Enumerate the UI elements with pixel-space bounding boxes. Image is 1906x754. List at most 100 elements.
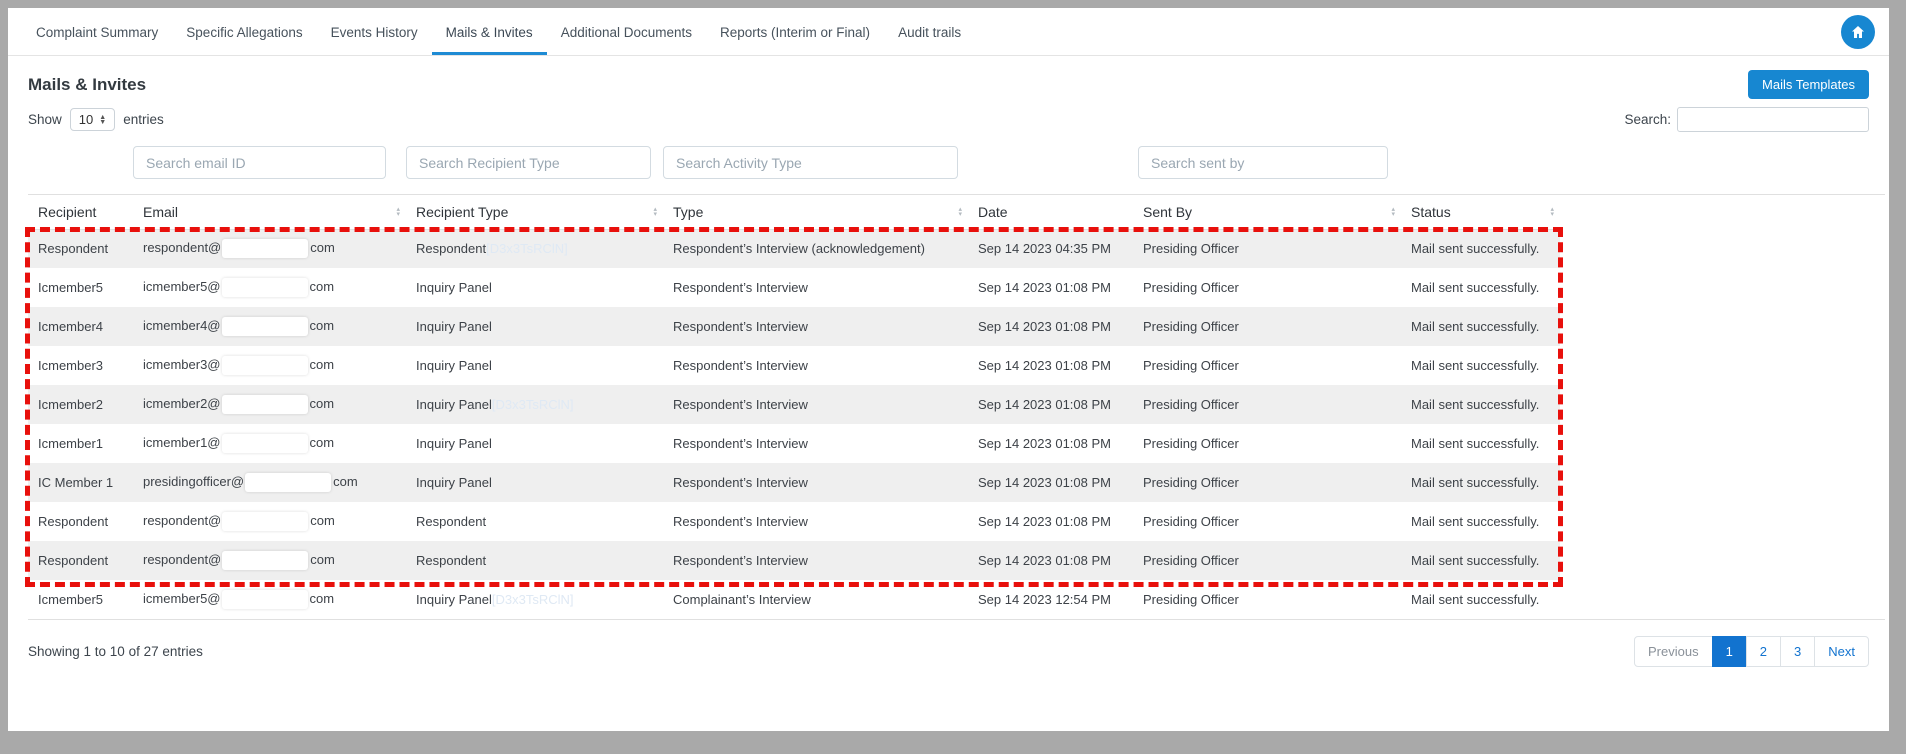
cell-date: Sep 14 2023 04:35 PM xyxy=(968,229,1133,268)
column-header-status[interactable]: Status▴▾ xyxy=(1401,195,1560,229)
cell-email: presidingofficer@ com xyxy=(133,463,406,502)
cell-type: Respondent’s Interview xyxy=(663,268,968,307)
cell-recipient: Icmember4 xyxy=(28,307,133,346)
show-entries-control: Show 10 ▲▼ entries xyxy=(28,108,164,131)
tab-mails-invites[interactable]: Mails & Invites xyxy=(432,11,547,55)
pagination-page-2[interactable]: 2 xyxy=(1746,636,1781,667)
main-window: Complaint SummarySpecific AllegationsEve… xyxy=(8,8,1889,731)
table-row: Respondentrespondent@comRespondentRespon… xyxy=(28,502,1560,541)
tab-audit-trails[interactable]: Audit trails xyxy=(884,11,975,55)
filter-email-id-input[interactable] xyxy=(133,146,386,179)
table-header-row: RecipientEmail▴▾Recipient Type▴▾Type▴▾Da… xyxy=(28,195,1560,229)
column-header-sent-by[interactable]: Sent By▴▾ xyxy=(1133,195,1401,229)
recipient-type-text: Inquiry Panel xyxy=(416,436,492,451)
cell-email: icmember5@com xyxy=(133,268,406,307)
cell-sent-by: Presiding Officer xyxy=(1133,463,1401,502)
table-row: Respondentrespondent@comRespondent[D3x3T… xyxy=(28,229,1560,268)
cell-status: Mail sent successfully. xyxy=(1401,307,1560,346)
cell-sent-by: Presiding Officer xyxy=(1133,307,1401,346)
recipient-type-text: Respondent xyxy=(416,241,486,256)
cell-type: Respondent’s Interview xyxy=(663,307,968,346)
column-header-recipient: Recipient xyxy=(28,195,133,229)
cell-date: Sep 14 2023 01:08 PM xyxy=(968,385,1133,424)
cell-status: Mail sent successfully. xyxy=(1401,346,1560,385)
cell-recipient-type: Inquiry Panel[D3x3TsRClN] xyxy=(406,385,663,424)
cell-date: Sep 14 2023 01:08 PM xyxy=(968,424,1133,463)
watermark-text: [D3x3TsRClN] xyxy=(486,241,568,256)
cell-email: icmember5@com xyxy=(133,580,406,619)
cell-recipient: Icmember1 xyxy=(28,424,133,463)
column-header-recipient-type[interactable]: Recipient Type▴▾ xyxy=(406,195,663,229)
email-tail: com xyxy=(310,513,335,528)
mails-templates-button[interactable]: Mails Templates xyxy=(1748,70,1869,99)
cell-recipient-type: Inquiry Panel xyxy=(406,346,663,385)
cell-sent-by: Presiding Officer xyxy=(1133,580,1401,619)
email-user: respondent@ xyxy=(143,552,221,567)
pagination-next[interactable]: Next xyxy=(1814,636,1869,667)
global-search-input[interactable] xyxy=(1677,107,1869,132)
cell-type: Complainant’s Interview xyxy=(663,580,968,619)
tab-complaint-summary[interactable]: Complaint Summary xyxy=(22,11,172,55)
email-redaction-box xyxy=(245,473,331,492)
cell-date: Sep 14 2023 01:08 PM xyxy=(968,502,1133,541)
cell-date: Sep 14 2023 01:08 PM xyxy=(968,463,1133,502)
cell-email: icmember3@ com xyxy=(133,346,406,385)
email-user: icmember5@ xyxy=(143,591,221,606)
cell-recipient-type: Respondent[D3x3TsRClN] xyxy=(406,229,663,268)
cell-sent-by: Presiding Officer xyxy=(1133,268,1401,307)
cell-status: Mail sent successfully. xyxy=(1401,541,1560,580)
cell-email: respondent@com xyxy=(133,502,406,541)
cell-recipient: IC Member 1 xyxy=(28,463,133,502)
cell-sent-by: Presiding Officer xyxy=(1133,385,1401,424)
table-row: Icmember5icmember5@comInquiry Panel[D3x3… xyxy=(28,580,1560,619)
filter-sent-by-input[interactable] xyxy=(1138,146,1388,179)
sort-icon: ▴▾ xyxy=(958,207,962,217)
pagination-previous[interactable]: Previous xyxy=(1634,636,1713,667)
watermark-text: [D3x3TsRClN] xyxy=(492,592,574,607)
recipient-type-text: Inquiry Panel xyxy=(416,358,492,373)
tab-specific-allegations[interactable]: Specific Allegations xyxy=(172,11,316,55)
filter-activity-type-input[interactable] xyxy=(663,146,958,179)
sort-down-icon: ▾ xyxy=(396,212,400,217)
email-redaction-box xyxy=(222,512,308,531)
table-row: Icmember5icmember5@comInquiry PanelRespo… xyxy=(28,268,1560,307)
email-user: icmember3@ xyxy=(143,357,221,372)
home-button[interactable] xyxy=(1841,15,1875,49)
search-label: Search: xyxy=(1624,112,1671,127)
column-header-email[interactable]: Email▴▾ xyxy=(133,195,406,229)
email-redaction-box xyxy=(222,239,308,258)
mails-table-zone: RecipientEmail▴▾Recipient Type▴▾Type▴▾Da… xyxy=(28,194,1885,620)
cell-status: Mail sent successfully. xyxy=(1401,580,1560,619)
cell-status: Mail sent successfully. xyxy=(1401,502,1560,541)
email-tail: com xyxy=(310,357,335,372)
page-size-select[interactable]: 10 ▲▼ xyxy=(70,108,115,131)
cell-recipient: Icmember5 xyxy=(28,580,133,619)
cell-type: Respondent’s Interview xyxy=(663,424,968,463)
column-filters xyxy=(28,138,1869,190)
email-user: respondent@ xyxy=(143,240,221,255)
email-redaction-box xyxy=(222,395,308,414)
email-tail: com xyxy=(333,474,358,489)
email-user: presidingofficer@ xyxy=(143,474,244,489)
cell-recipient-type: Respondent xyxy=(406,541,663,580)
filter-recipient-type-input[interactable] xyxy=(406,146,651,179)
table-row: Icmember4icmember4@comInquiry PanelRespo… xyxy=(28,307,1560,346)
email-redaction-box xyxy=(222,551,308,570)
tab-additional-documents[interactable]: Additional Documents xyxy=(547,11,706,55)
cell-recipient: Respondent xyxy=(28,541,133,580)
cell-email: icmember4@com xyxy=(133,307,406,346)
page-size-value: 10 xyxy=(79,112,93,127)
home-icon xyxy=(1850,24,1866,40)
tab-events-history[interactable]: Events History xyxy=(317,11,432,55)
cell-type: Respondent’s Interview (acknowledgement) xyxy=(663,229,968,268)
recipient-type-text: Inquiry Panel xyxy=(416,280,492,295)
recipient-type-text: Inquiry Panel xyxy=(416,475,492,490)
tab-reports-interim-or-final[interactable]: Reports (Interim or Final) xyxy=(706,11,884,55)
recipient-type-text: Respondent xyxy=(416,553,486,568)
global-search: Search: xyxy=(1624,107,1869,132)
sort-down-icon: ▾ xyxy=(1550,212,1554,217)
cell-email: respondent@com xyxy=(133,541,406,580)
pagination-page-3[interactable]: 3 xyxy=(1780,636,1815,667)
column-header-type[interactable]: Type▴▾ xyxy=(663,195,968,229)
pagination-page-1[interactable]: 1 xyxy=(1712,636,1747,667)
